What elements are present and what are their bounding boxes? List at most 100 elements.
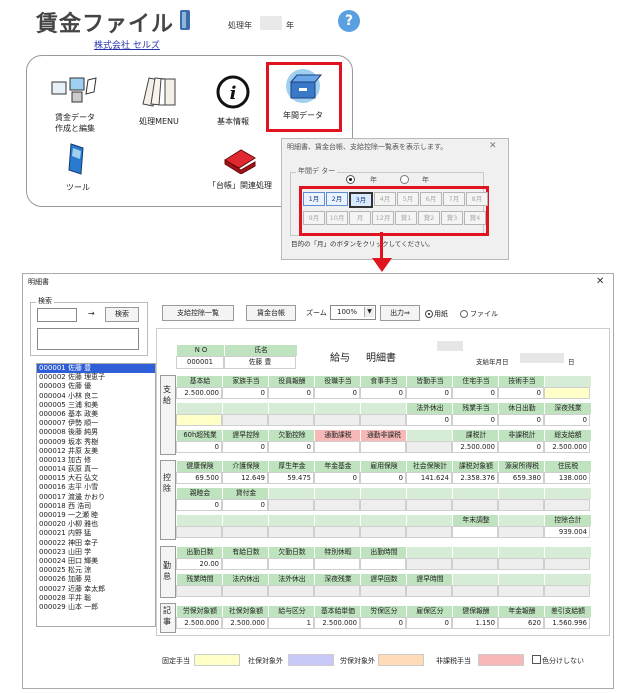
employee-list-item[interactable]: 000009 坂本 秀樹: [37, 438, 155, 447]
slip-value-cell[interactable]: 1: [268, 617, 314, 629]
menu-item-annual-data[interactable]: 年間データ: [267, 68, 339, 121]
slip-value-cell[interactable]: [544, 585, 590, 597]
slip-value-cell[interactable]: [360, 499, 406, 511]
file-radio[interactable]: [460, 310, 468, 318]
month-button[interactable]: 7月: [443, 192, 465, 206]
slip-value-cell[interactable]: [452, 526, 498, 538]
employee-list-item[interactable]: 000006 基本 政美: [37, 410, 155, 419]
month-button[interactable]: 1月: [303, 192, 325, 206]
chevron-down-icon[interactable]: ▼: [364, 307, 374, 317]
slip-value-cell[interactable]: 2.500.000: [544, 441, 590, 453]
wage-ledger-button[interactable]: 賃金台帳: [246, 305, 296, 321]
employee-list-item[interactable]: 000029 山本 一郎: [37, 603, 155, 612]
slip-value-cell[interactable]: 0: [314, 472, 360, 484]
employee-list-item[interactable]: 000019 一之瀬 睦: [37, 511, 155, 520]
employee-list-item[interactable]: 000022 神田 幸子: [37, 539, 155, 548]
month-button[interactable]: 月: [349, 211, 371, 225]
slip-value-cell[interactable]: [314, 585, 360, 597]
employee-list-item[interactable]: 000004 小林 良二: [37, 392, 155, 401]
slip-value-cell[interactable]: [360, 526, 406, 538]
slip-value-cell[interactable]: 2.500.000: [176, 387, 222, 399]
slip-value-cell[interactable]: 659.380: [498, 472, 544, 484]
search-input[interactable]: [37, 308, 77, 322]
slip-value-cell[interactable]: [268, 526, 314, 538]
slip-value-cell[interactable]: [176, 526, 222, 538]
employee-list-item[interactable]: 000007 伊勢 順一: [37, 419, 155, 428]
employee-list-item[interactable]: 000001 佐藤 豊: [37, 364, 155, 374]
slip-value-cell[interactable]: 0: [406, 387, 452, 399]
month-button[interactable]: 賞2: [418, 211, 440, 225]
slip-value-cell[interactable]: [268, 499, 314, 511]
month-button[interactable]: 12月: [372, 211, 394, 225]
employee-list-item[interactable]: 000024 田口 輝美: [37, 557, 155, 566]
menu-item-ledger[interactable]: 「台帳」関連処理: [200, 148, 280, 191]
month-button[interactable]: 9月: [303, 211, 325, 225]
slip-value-cell[interactable]: 138.000: [544, 472, 590, 484]
slip-value-cell[interactable]: 0: [406, 617, 452, 629]
employee-list[interactable]: 000001 佐藤 豊 000002 佐藤 理恵子 000003 佐藤 優 00000…: [36, 363, 156, 627]
slip-value-cell[interactable]: [406, 499, 452, 511]
slip-value-cell[interactable]: [222, 526, 268, 538]
menu-item-data-entry[interactable]: 賃金データ 作成と編集: [40, 74, 110, 134]
slip-value-cell[interactable]: [268, 414, 314, 426]
slip-value-cell[interactable]: 2.500.000: [314, 617, 360, 629]
close-icon[interactable]: ✕: [489, 141, 497, 151]
slip-value-cell[interactable]: 141.624: [406, 472, 452, 484]
slip-value-cell[interactable]: 0: [268, 387, 314, 399]
month-button[interactable]: 5月: [397, 192, 419, 206]
slip-value-cell[interactable]: [498, 499, 544, 511]
slip-value-cell[interactable]: [176, 585, 222, 597]
slip-value-cell[interactable]: [314, 526, 360, 538]
slip-value-cell[interactable]: [360, 414, 406, 426]
slip-value-cell[interactable]: 2.500.000: [452, 441, 498, 453]
print-output-button[interactable]: 出力⇒: [380, 305, 420, 321]
employee-list-item[interactable]: 000002 佐藤 理恵子: [37, 373, 155, 382]
slip-value-cell[interactable]: 0: [406, 414, 452, 426]
paper-radio[interactable]: [425, 310, 433, 318]
slip-value-cell[interactable]: [498, 558, 544, 570]
slip-value-cell[interactable]: 0: [222, 387, 268, 399]
slip-value-cell[interactable]: [314, 499, 360, 511]
slip-value-cell[interactable]: [544, 387, 590, 399]
employee-list-item[interactable]: 000027 近藤 幸太郎: [37, 585, 155, 594]
employee-list-item[interactable]: 000008 後藤 純男: [37, 428, 155, 437]
slip-value-cell[interactable]: [452, 499, 498, 511]
slip-value-cell[interactable]: 0: [498, 441, 544, 453]
slip-value-cell[interactable]: [314, 414, 360, 426]
slip-value-cell[interactable]: [268, 558, 314, 570]
year-radio-prev[interactable]: [400, 175, 409, 184]
allowance-list-button[interactable]: 支給控除一覧: [162, 305, 234, 321]
slip-value-cell[interactable]: 12.649: [222, 472, 268, 484]
zoom-select[interactable]: 100% ▼: [330, 305, 376, 320]
employee-list-item[interactable]: 000003 佐藤 優: [37, 382, 155, 391]
employee-list-item[interactable]: 000013 加古 修: [37, 456, 155, 465]
slip-value-cell[interactable]: 2.500.000: [176, 617, 222, 629]
slip-value-cell[interactable]: [360, 441, 406, 453]
slip-value-cell[interactable]: 0: [498, 414, 544, 426]
slip-value-cell[interactable]: 0: [222, 499, 268, 511]
slip-value-cell[interactable]: [544, 499, 590, 511]
month-button[interactable]: 8月: [466, 192, 488, 206]
slip-value-cell[interactable]: 59.475: [268, 472, 314, 484]
help-icon[interactable]: ?: [338, 10, 360, 32]
slip-value-cell[interactable]: [406, 441, 452, 453]
slip-value-cell[interactable]: 0: [452, 414, 498, 426]
month-button[interactable]: 賞1: [395, 211, 417, 225]
slip-value-cell[interactable]: [360, 558, 406, 570]
slip-value-cell[interactable]: 0: [498, 387, 544, 399]
slip-value-cell[interactable]: 20.00: [176, 558, 222, 570]
employee-list-item[interactable]: 000012 井原 友美: [37, 447, 155, 456]
slip-value-cell[interactable]: [176, 414, 222, 426]
slip-value-cell[interactable]: 0: [314, 387, 360, 399]
slip-value-cell[interactable]: [314, 441, 360, 453]
slip-value-cell[interactable]: 1.560.996: [544, 617, 590, 629]
employee-list-item[interactable]: 000005 三浦 和美: [37, 401, 155, 410]
slip-value-cell[interactable]: 0: [360, 472, 406, 484]
employee-list-item[interactable]: 000016 志平 小雪: [37, 483, 155, 492]
slip-value-cell[interactable]: [452, 585, 498, 597]
menu-item-tools[interactable]: ツール: [48, 140, 108, 193]
employee-list-item[interactable]: 000023 山田 学: [37, 548, 155, 557]
employee-list-item[interactable]: 000026 加藤 晃: [37, 575, 155, 584]
slip-value-cell[interactable]: [406, 558, 452, 570]
slip-value-cell[interactable]: 0: [452, 387, 498, 399]
